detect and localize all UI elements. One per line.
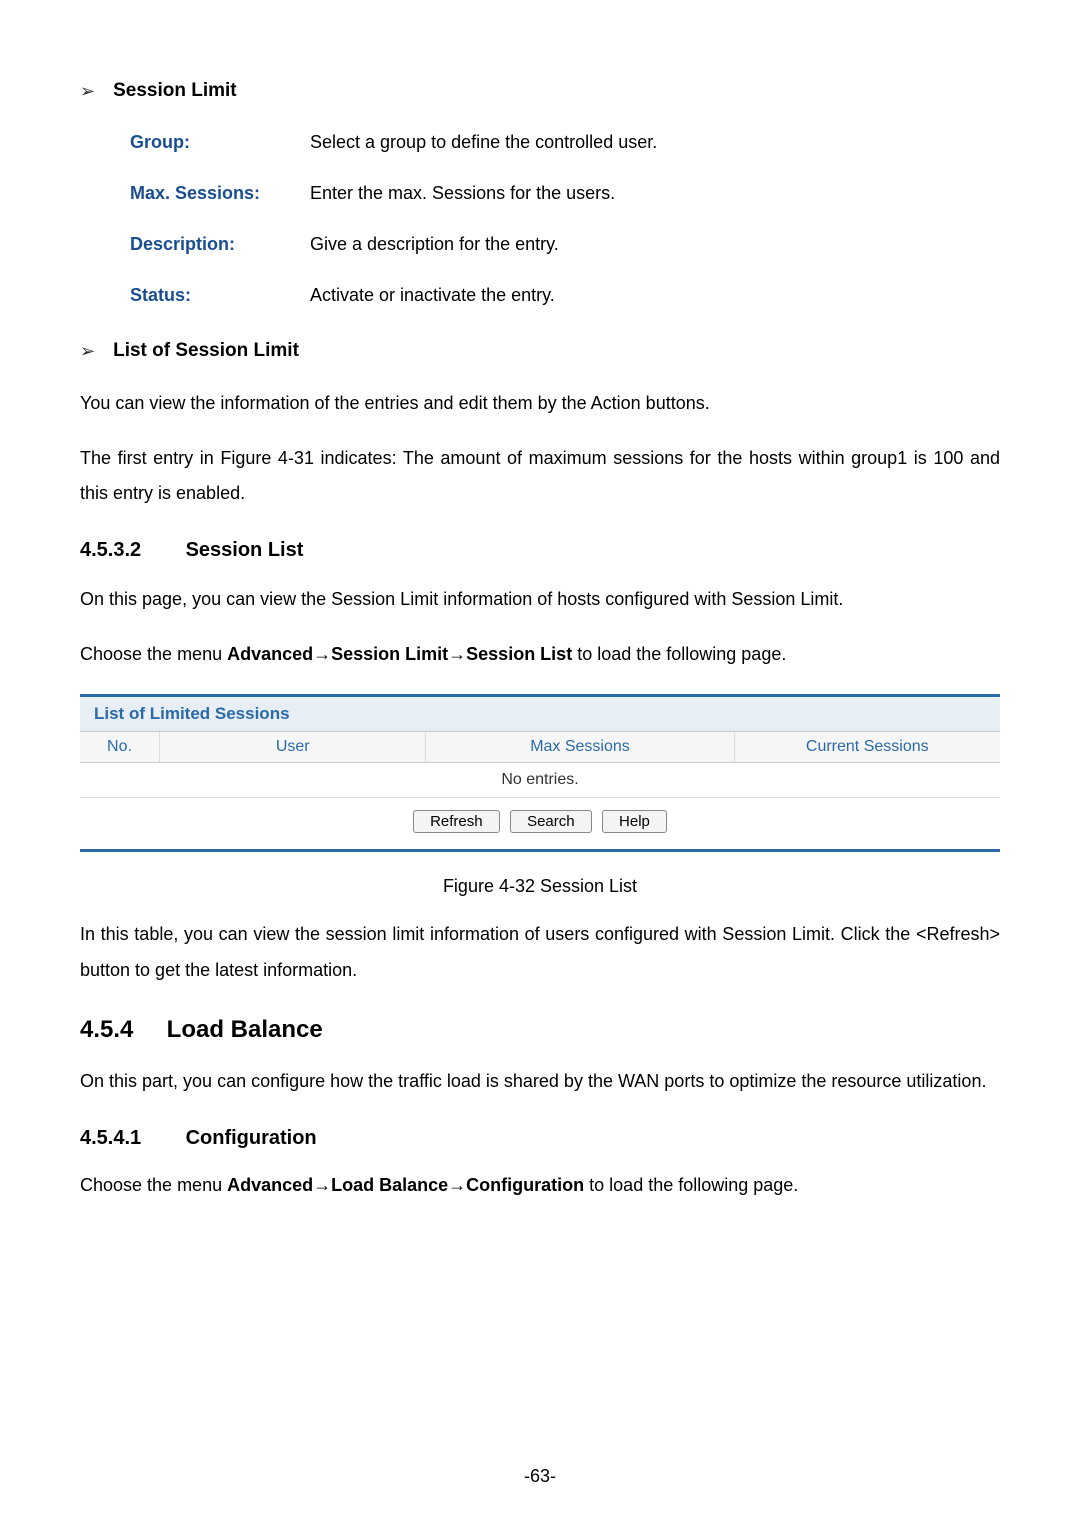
menu-prefix: Choose the menu [80,644,227,664]
def-value: Enter the max. Sessions for the users. [310,183,615,204]
paragraph: On this part, you can configure how the … [80,1064,1000,1099]
def-row-group: Group: Select a group to define the cont… [130,132,1000,153]
paragraph: You can view the information of the entr… [80,386,1000,421]
help-button[interactable]: Help [602,810,667,833]
arrow-icon: → [448,1175,466,1195]
heading-number: 4.5.3.2 [80,539,180,562]
menu-path: Choose the menu Advanced→Session Limit→S… [80,637,1000,672]
table-title: List of Limited Sessions [80,697,1000,732]
section-title: List of Session Limit [113,340,299,362]
col-user: User [160,732,426,762]
menu-item: Session List [466,644,572,664]
heading-number: 4.5.4 [80,1016,160,1044]
heading-4-session-list: 4.5.3.2 Session List [80,539,1000,562]
def-row-status: Status: Activate or inactivate the entry… [130,285,1000,306]
section-title: Session Limit [113,80,237,102]
arrow-icon: → [448,644,466,664]
def-label: Status: [130,285,310,306]
arrow-icon: → [313,1175,331,1195]
table-header-row: No. User Max Sessions Current Sessions [80,732,1000,763]
sessions-table: List of Limited Sessions No. User Max Se… [80,694,1000,852]
triangle-bullet-icon: ➢ [80,341,95,362]
arrow-icon: → [313,644,331,664]
definition-list: Group: Select a group to define the cont… [130,132,1000,306]
def-label: Max. Sessions: [130,183,310,204]
heading-text: Session List [186,539,304,561]
heading-text: Configuration [186,1127,317,1149]
table-empty-text: No entries. [80,763,1000,798]
heading-number: 4.5.4.1 [80,1127,180,1150]
menu-item: Load Balance [331,1175,448,1195]
menu-item: Session Limit [331,644,448,664]
table-button-row: Refresh Search Help [80,798,1000,849]
page-number: -63- [0,1466,1080,1487]
menu-item: Advanced [227,1175,313,1195]
def-row-max-sessions: Max. Sessions: Enter the max. Sessions f… [130,183,1000,204]
triangle-bullet-icon: ➢ [80,81,95,102]
refresh-button[interactable]: Refresh [413,810,500,833]
heading-4-configuration: 4.5.4.1 Configuration [80,1127,1000,1150]
def-row-description: Description: Give a description for the … [130,234,1000,255]
figure-caption: Figure 4-32 Session List [80,876,1000,897]
paragraph: On this page, you can view the Session L… [80,582,1000,617]
menu-path: Choose the menu Advanced→Load Balance→Co… [80,1168,1000,1203]
menu-suffix: to load the following page. [584,1175,798,1195]
col-current-sessions: Current Sessions [735,732,1000,762]
def-value: Activate or inactivate the entry. [310,285,555,306]
col-max-sessions: Max Sessions [426,732,734,762]
def-label: Description: [130,234,310,255]
search-button[interactable]: Search [510,810,592,833]
bullet-session-limit: ➢ Session Limit [80,80,1000,102]
paragraph: In this table, you can view the session … [80,917,1000,987]
paragraph: The first entry in Figure 4-31 indicates… [80,441,1000,511]
heading-3-load-balance: 4.5.4 Load Balance [80,1016,1000,1044]
def-value: Select a group to define the controlled … [310,132,657,153]
def-label: Group: [130,132,310,153]
menu-prefix: Choose the menu [80,1175,227,1195]
def-value: Give a description for the entry. [310,234,559,255]
menu-suffix: to load the following page. [572,644,786,664]
menu-item: Configuration [466,1175,584,1195]
menu-item: Advanced [227,644,313,664]
heading-text: Load Balance [167,1016,323,1043]
bullet-list-session-limit: ➢ List of Session Limit [80,340,1000,362]
col-no: No. [80,732,160,762]
